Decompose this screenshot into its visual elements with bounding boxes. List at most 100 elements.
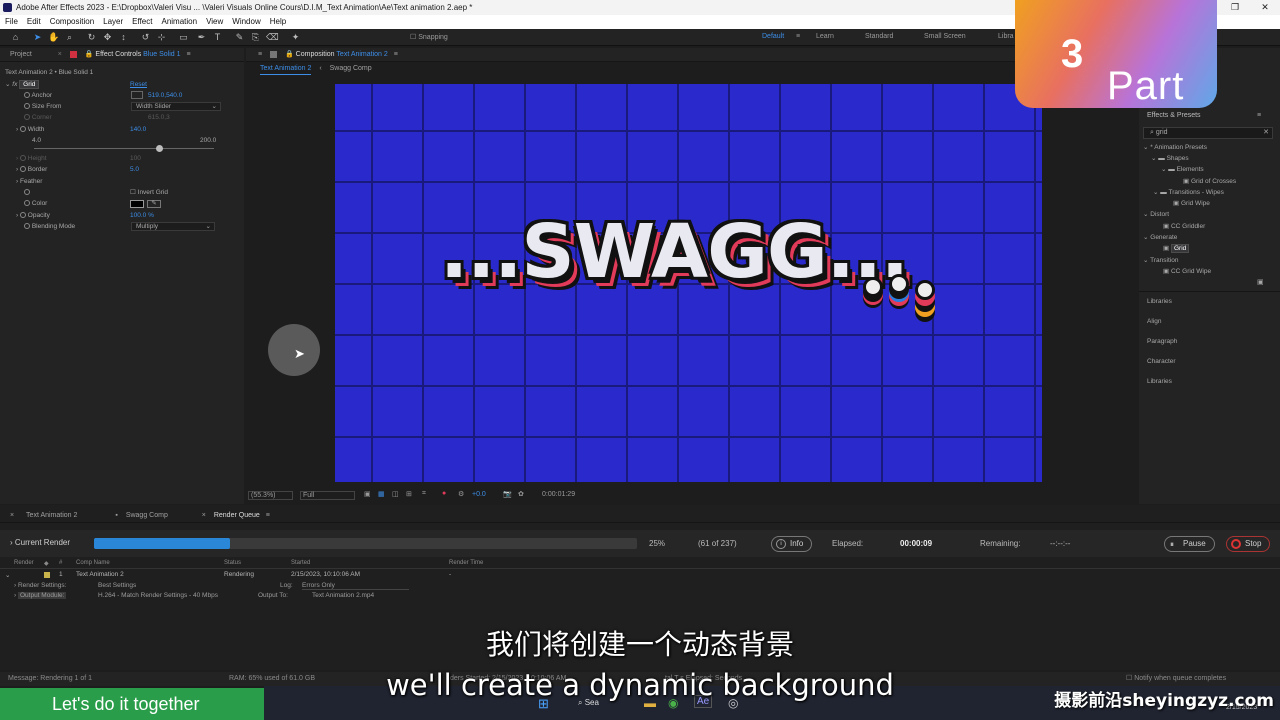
width-value[interactable]: 140.0 — [130, 124, 146, 135]
hand-tool-icon[interactable]: ✋ — [48, 32, 59, 43]
tree-elements[interactable]: ⌄ ▬ Elements — [1161, 164, 1204, 175]
close-icon[interactable]: × — [58, 51, 62, 58]
composition-canvas[interactable]: ...SWAGG... — [335, 84, 1042, 482]
tab-text-animation-2[interactable]: Text Animation 2 — [26, 512, 77, 519]
tab-swagg-comp[interactable]: Swagg Comp — [126, 512, 168, 519]
panel-menu-icon[interactable]: ≡ — [186, 51, 190, 58]
tab-composition[interactable]: Composition — [296, 51, 335, 58]
swagg-text-layer[interactable]: ...SWAGG... — [440, 209, 909, 295]
prop-anchor[interactable]: Anchor 519.0,540.0 — [24, 90, 244, 101]
tree-cc-grid-wipe[interactable]: ▣ CC Grid Wipe — [1163, 266, 1211, 277]
col-status[interactable]: Status — [224, 560, 241, 566]
output-to-value[interactable]: Text Animation 2.mp4 — [312, 592, 374, 599]
dolly-tool-icon[interactable]: ↕ — [118, 32, 129, 43]
type-tool-icon[interactable]: T — [212, 32, 223, 43]
subtab-text-animation-2[interactable]: Text Animation 2 — [260, 65, 312, 75]
stopwatch-icon[interactable] — [24, 103, 30, 110]
resolution-dropdown[interactable]: Full — [300, 491, 356, 500]
stopwatch-icon[interactable] — [24, 223, 30, 230]
panel-libraries-2[interactable]: Libraries — [1147, 376, 1172, 387]
info-button[interactable]: i Info — [771, 536, 813, 552]
prop-blending-mode[interactable]: Blending Mode Multiply ⌄ — [24, 221, 244, 232]
tree-generate[interactable]: ⌄ Generate — [1143, 232, 1177, 243]
snapping-checkbox[interactable]: ☐ Snapping — [410, 33, 448, 41]
crosshair-icon[interactable] — [131, 91, 143, 99]
tree-grid-of-crosses[interactable]: ▣ Grid of Crosses — [1183, 176, 1236, 187]
anchor-value[interactable]: 519.0,540.0 — [148, 90, 182, 101]
panel-libraries[interactable]: Libraries — [1147, 296, 1172, 307]
render-settings-value[interactable]: Best Settings — [98, 582, 136, 589]
current-timecode[interactable]: 0:00:01:29 — [542, 491, 575, 498]
panel-character[interactable]: Character — [1147, 356, 1176, 367]
rotate-tool-icon[interactable]: ↺ — [140, 32, 151, 43]
opacity-value[interactable]: 100.0 % — [130, 210, 154, 221]
zoom-dropdown[interactable]: (55.3%) — [248, 491, 293, 500]
new-folder-icon[interactable]: ▣ — [1257, 278, 1264, 286]
menu-composition[interactable]: Composition — [50, 15, 94, 29]
tab-render-queue[interactable]: Render Queue — [214, 512, 260, 519]
tree-cc-griddler[interactable]: ▣ CC Griddler — [1163, 221, 1205, 232]
current-render-toggle[interactable]: › Current Render — [10, 538, 70, 547]
invert-grid-checkbox[interactable]: ☐ Invert Grid — [130, 187, 168, 198]
pan-tool-icon[interactable]: ✥ — [102, 32, 113, 43]
output-module-toggle[interactable]: › Output Module: — [14, 592, 67, 599]
border-value[interactable]: 5.0 — [130, 164, 139, 175]
brush-tool-icon[interactable]: ✎ — [234, 32, 245, 43]
reset-link[interactable]: Reset — [130, 79, 147, 90]
orbit-tool-icon[interactable]: ↻ — [86, 32, 97, 43]
workspace-standard[interactable]: Standard — [865, 33, 893, 40]
close-icon[interactable]: × — [202, 512, 206, 519]
render-settings-label[interactable]: › Render Settings: — [14, 582, 66, 589]
menu-file[interactable]: File — [5, 15, 18, 29]
show-channel-icon[interactable]: ✿ — [518, 490, 524, 498]
tree-transition[interactable]: ⌄ Transition — [1143, 255, 1178, 266]
prop-border[interactable]: › Border 5.0 — [16, 164, 236, 175]
prop-invert-grid[interactable]: ☐ Invert Grid — [24, 187, 244, 198]
tree-transitions-wipes[interactable]: ⌄ ▬ Transitions - Wipes — [1153, 187, 1224, 198]
stopwatch-icon[interactable] — [19, 126, 26, 133]
close-icon[interactable]: × — [10, 512, 14, 519]
panel-paragraph[interactable]: Paragraph — [1147, 336, 1177, 347]
tab-project[interactable]: Project — [10, 51, 32, 58]
lock-icon[interactable]: 🔒 — [285, 51, 294, 58]
workspace-menu-icon[interactable]: ≡ — [796, 33, 800, 40]
subtab-swagg-comp[interactable]: Swagg Comp — [330, 65, 372, 72]
panel-menu-icon[interactable]: ≡ — [266, 512, 270, 519]
close-button[interactable]: ✕ — [1250, 0, 1280, 15]
home-icon[interactable]: ⌂ — [10, 32, 21, 43]
menu-animation[interactable]: Animation — [161, 15, 197, 29]
prop-opacity[interactable]: › Opacity 100.0 % — [16, 210, 236, 221]
clone-tool-icon[interactable]: ⎘ — [250, 32, 261, 43]
panel-menu-icon[interactable]: ≡ — [1257, 112, 1261, 119]
stopwatch-icon[interactable] — [19, 212, 26, 219]
size-from-dropdown[interactable]: Width Slider ⌄ — [131, 102, 221, 111]
menu-edit[interactable]: Edit — [27, 15, 41, 29]
output-module-value[interactable]: H.264 - Match Render Settings - 40 Mbps — [98, 592, 218, 599]
zoom-tool-icon[interactable]: ⌕ — [64, 32, 75, 43]
maximize-button[interactable]: ❐ — [1220, 0, 1250, 15]
eraser-tool-icon[interactable]: ⌫ — [266, 32, 279, 43]
stopwatch-icon[interactable] — [24, 200, 30, 207]
workspace-default[interactable]: Default — [762, 33, 784, 40]
workspace-small-screen[interactable]: Small Screen — [924, 33, 966, 40]
effects-search-input[interactable]: ⌕ grid ✕ — [1143, 127, 1273, 139]
prop-size-from[interactable]: Size From Width Slider ⌄ — [24, 101, 244, 112]
col-number[interactable]: # — [59, 560, 62, 566]
anchor-tool-icon[interactable]: ⊹ — [156, 32, 167, 43]
puppet-tool-icon[interactable]: ✦ — [290, 32, 301, 43]
tab-effect-controls[interactable]: Effect Controls — [95, 51, 141, 58]
prop-width[interactable]: › Width 140.0 — [16, 124, 236, 135]
col-render-time[interactable]: Render Time — [449, 560, 483, 566]
camera-icon[interactable]: 📷 — [503, 490, 512, 498]
col-started[interactable]: Started — [291, 560, 310, 566]
pen-tool-icon[interactable]: ✒ — [196, 32, 207, 43]
width-slider-track[interactable] — [34, 148, 214, 149]
stopwatch-icon[interactable] — [24, 92, 30, 99]
panel-menu-icon[interactable]: ≡ — [258, 51, 262, 58]
mask-icon[interactable]: ◫ — [392, 490, 399, 498]
tree-grid-wipe-preset[interactable]: ▣ Grid Wipe — [1173, 198, 1210, 209]
grid-effect-row[interactable]: ⌄ fx Grid Reset — [5, 79, 225, 90]
log-dropdown[interactable]: Errors Only — [302, 582, 409, 590]
eyedropper-icon[interactable]: ✎ — [147, 200, 161, 208]
tree-distort[interactable]: ⌄ Distort — [1143, 209, 1169, 220]
